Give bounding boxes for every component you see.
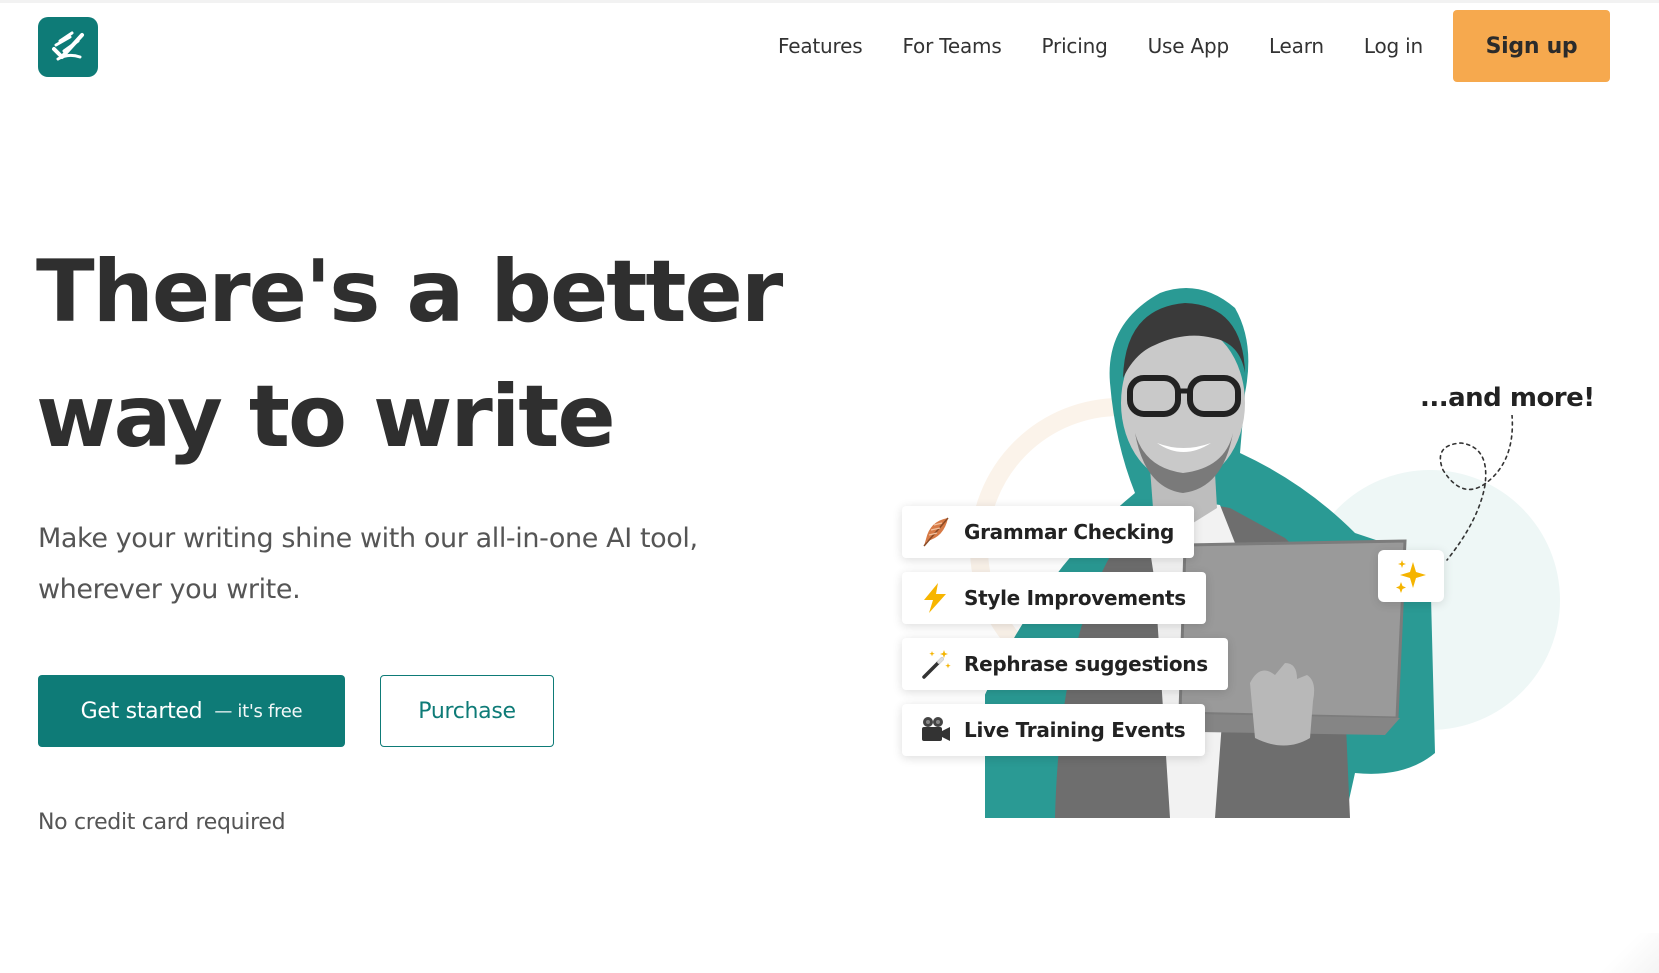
get-started-button[interactable]: Get started — it's free [38,675,345,747]
sign-up-button[interactable]: Sign up [1453,10,1610,82]
nav-learn[interactable]: Learn [1269,34,1324,58]
nav-features[interactable]: Features [778,34,863,58]
and-more-caption: ...and more! [1420,383,1595,413]
lightning-icon [918,581,952,615]
its-free-label: — it's free [214,700,303,722]
dashed-loop-arrow-doodle [1439,415,1514,561]
feature-label: Rephrase suggestions [964,652,1208,676]
hero-headline: There's a better way to write [36,230,796,480]
sparkle-badge [1378,550,1444,602]
subhead-line-2: wherever you write. [38,574,301,605]
top-divider [0,0,1659,3]
video-camera-icon [918,713,952,747]
feature-style-improvements: Style Improvements [902,572,1206,624]
headline-line-1: There's a better [36,242,783,342]
magic-wand-icon [918,647,952,681]
feature-rephrase-suggestions: Rephrase suggestions [902,638,1228,690]
feather-icon [918,515,952,549]
no-credit-card-note: No credit card required [38,810,286,835]
subhead-line-1: Make your writing shine with our all-in-… [38,523,698,554]
checkmark-pen-logo-icon [52,31,84,61]
nav-for-teams[interactable]: For Teams [902,34,1001,58]
nav-use-app[interactable]: Use App [1148,34,1230,58]
feature-label: Style Improvements [964,586,1186,610]
nav-log-in[interactable]: Log in [1364,34,1423,58]
feature-grammar-checking: Grammar Checking [902,506,1195,558]
hero-subhead: Make your writing shine with our all-in-… [38,513,798,615]
feature-label: Live Training Events [964,718,1186,742]
feature-label: Grammar Checking [964,520,1175,544]
sparkles-icon [1396,560,1426,593]
feature-live-training-events: Live Training Events [902,704,1206,756]
headline-line-2: way to write [36,367,616,467]
main-nav: Features For Teams Pricing Use App Learn… [778,10,1610,82]
prowritingaid-logo[interactable] [38,17,98,77]
purchase-button[interactable]: Purchase [380,675,554,747]
get-started-label: Get started [80,698,203,724]
nav-pricing[interactable]: Pricing [1042,34,1108,58]
corner-fade [1579,933,1659,973]
